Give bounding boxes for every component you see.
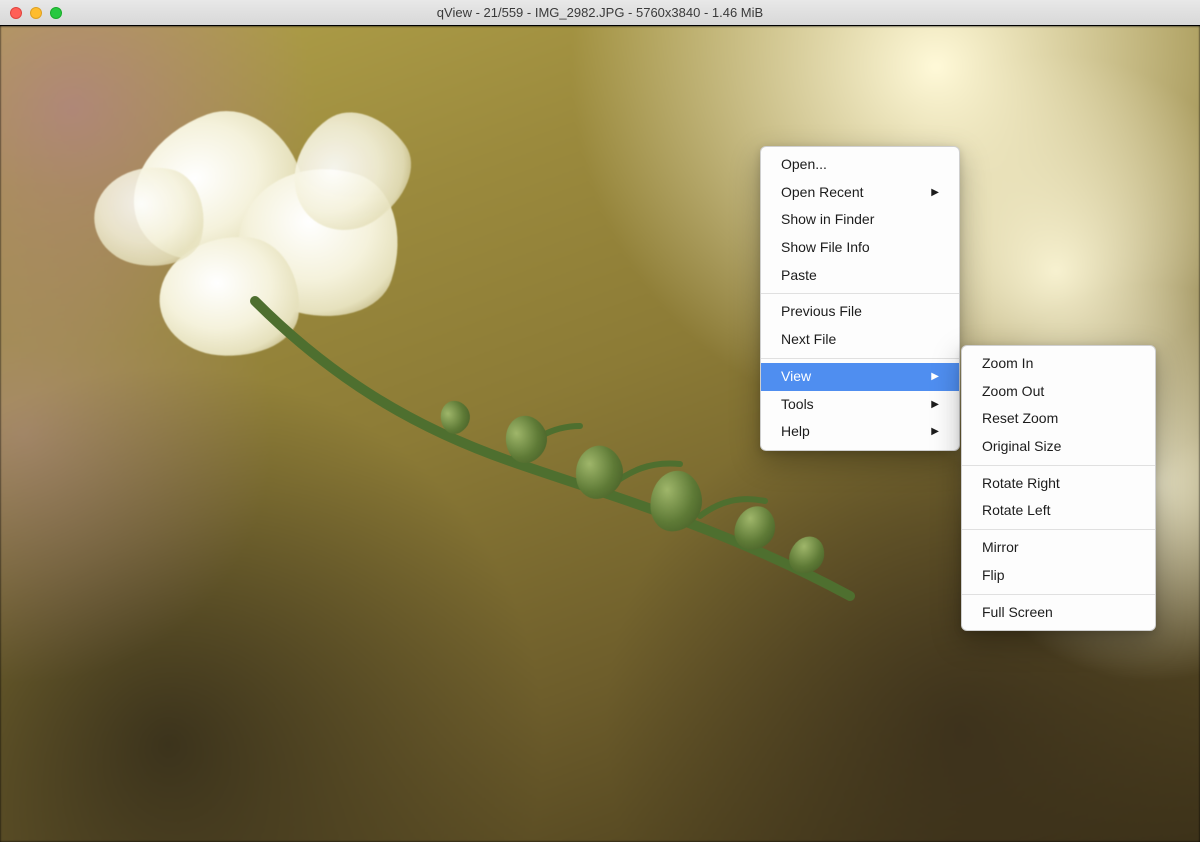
menu-separator	[761, 358, 959, 359]
traffic-lights	[0, 7, 62, 19]
menu-view[interactable]: View ▶	[761, 363, 959, 391]
menu-open[interactable]: Open...	[761, 151, 959, 179]
chevron-right-icon: ▶	[931, 369, 939, 385]
menu-view-label: View	[781, 366, 811, 388]
submenu-zoom-in-label: Zoom In	[982, 353, 1033, 375]
menu-help[interactable]: Help ▶	[761, 418, 959, 446]
menu-previous-file[interactable]: Previous File	[761, 298, 959, 326]
submenu-rotate-right-label: Rotate Right	[982, 473, 1060, 495]
image-viewport[interactable]: Open... Open Recent ▶ Show in Finder Sho…	[0, 26, 1200, 842]
submenu-full-screen-label: Full Screen	[982, 602, 1053, 624]
chevron-right-icon: ▶	[931, 397, 939, 413]
titlebar: qView - 21/559 - IMG_2982.JPG - 5760x384…	[0, 0, 1200, 26]
submenu-full-screen[interactable]: Full Screen	[962, 599, 1155, 627]
maximize-button[interactable]	[50, 7, 62, 19]
menu-help-label: Help	[781, 421, 810, 443]
submenu-rotate-right[interactable]: Rotate Right	[962, 470, 1155, 498]
chevron-right-icon: ▶	[931, 424, 939, 440]
submenu-rotate-left[interactable]: Rotate Left	[962, 497, 1155, 525]
submenu-original-size[interactable]: Original Size	[962, 433, 1155, 461]
menu-show-in-finder[interactable]: Show in Finder	[761, 206, 959, 234]
submenu-rotate-left-label: Rotate Left	[982, 500, 1051, 522]
close-button[interactable]	[10, 7, 22, 19]
submenu-zoom-in[interactable]: Zoom In	[962, 350, 1155, 378]
menu-tools[interactable]: Tools ▶	[761, 391, 959, 419]
menu-paste[interactable]: Paste	[761, 262, 959, 290]
submenu-flip[interactable]: Flip	[962, 562, 1155, 590]
menu-paste-label: Paste	[781, 265, 817, 287]
menu-open-recent-label: Open Recent	[781, 182, 864, 204]
menu-open-label: Open...	[781, 154, 827, 176]
submenu-mirror[interactable]: Mirror	[962, 534, 1155, 562]
menu-separator	[962, 529, 1155, 530]
submenu-original-size-label: Original Size	[982, 436, 1061, 458]
menu-separator	[962, 465, 1155, 466]
submenu-flip-label: Flip	[982, 565, 1005, 587]
minimize-button[interactable]	[30, 7, 42, 19]
menu-open-recent[interactable]: Open Recent ▶	[761, 179, 959, 207]
menu-next-file[interactable]: Next File	[761, 326, 959, 354]
menu-show-file-info-label: Show File Info	[781, 237, 870, 259]
submenu-reset-zoom[interactable]: Reset Zoom	[962, 405, 1155, 433]
chevron-right-icon: ▶	[931, 185, 939, 201]
window-title: qView - 21/559 - IMG_2982.JPG - 5760x384…	[0, 5, 1200, 20]
menu-show-file-info[interactable]: Show File Info	[761, 234, 959, 262]
submenu-zoom-out-label: Zoom Out	[982, 381, 1044, 403]
menu-separator	[962, 594, 1155, 595]
app-window: qView - 21/559 - IMG_2982.JPG - 5760x384…	[0, 0, 1200, 842]
submenu-mirror-label: Mirror	[982, 537, 1019, 559]
view-submenu: Zoom In Zoom Out Reset Zoom Original Siz…	[961, 345, 1156, 631]
submenu-zoom-out[interactable]: Zoom Out	[962, 378, 1155, 406]
menu-tools-label: Tools	[781, 394, 814, 416]
menu-show-in-finder-label: Show in Finder	[781, 209, 874, 231]
menu-separator	[761, 293, 959, 294]
menu-previous-file-label: Previous File	[781, 301, 862, 323]
context-menu: Open... Open Recent ▶ Show in Finder Sho…	[760, 146, 960, 451]
submenu-reset-zoom-label: Reset Zoom	[982, 408, 1058, 430]
menu-next-file-label: Next File	[781, 329, 836, 351]
